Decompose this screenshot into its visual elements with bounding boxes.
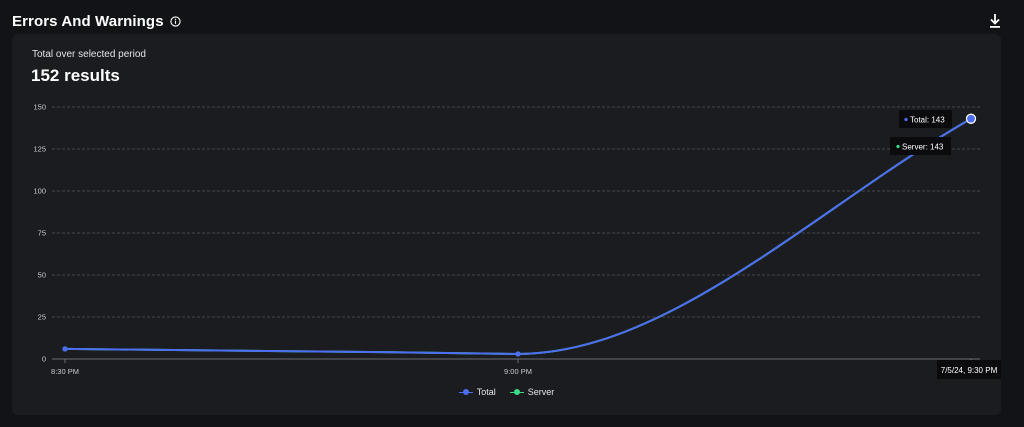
y-tick-label: 75 xyxy=(38,229,46,238)
series-line-total xyxy=(64,117,972,355)
panel-header: Errors And Warnings xyxy=(12,10,1004,32)
chart-card: Total over selected period 152 results 0… xyxy=(12,34,1001,415)
legend-label-total: Total xyxy=(476,387,496,397)
x-tick-label: 8:30 PM xyxy=(51,367,79,376)
chart-legend: Total Server xyxy=(12,387,1001,397)
data-point-total xyxy=(62,346,68,352)
legend-item-server[interactable]: Server xyxy=(509,387,555,397)
y-tick-label: 50 xyxy=(38,271,46,280)
y-axis-ticks: 0 25 50 75 100 125 150 xyxy=(33,103,46,364)
line-chart[interactable]: 0 25 50 75 100 125 150 8:30 PM 9:00 PM Total: 1… xyxy=(12,34,1001,415)
tooltip-total-marker xyxy=(904,117,908,122)
tooltip-server-text: Server: 143 xyxy=(902,143,944,152)
x-axis-ticks: 8:30 PM 9:00 PM xyxy=(51,359,972,376)
gridlines xyxy=(52,106,980,318)
y-tick-label: 100 xyxy=(33,187,46,196)
y-tick-label: 25 xyxy=(38,313,46,322)
legend-marker-server xyxy=(509,389,524,395)
download-icon[interactable] xyxy=(988,13,1002,29)
legend-marker-total xyxy=(458,389,473,395)
series-layer xyxy=(62,113,977,357)
data-point-total xyxy=(965,113,977,124)
info-circle-icon[interactable] xyxy=(170,15,181,27)
legend-item-total[interactable]: Total xyxy=(458,387,496,397)
y-tick-label: 0 xyxy=(42,355,46,364)
tooltip-layer: Total: 143 Server: 143 7/5/24, 9:30 PM xyxy=(890,110,1001,379)
tooltip-total-text: Total: 143 xyxy=(910,116,945,125)
tooltip-server-marker xyxy=(896,144,900,149)
data-point-total xyxy=(515,351,521,357)
y-tick-label: 125 xyxy=(33,145,46,154)
y-tick-label: 150 xyxy=(33,103,46,112)
legend-label-server: Server xyxy=(527,387,555,397)
series-line-server xyxy=(64,117,972,355)
x-tick-label: 9:00 PM xyxy=(504,367,532,376)
panel-title: Errors And Warnings xyxy=(12,12,164,30)
tooltip-x-label: 7/5/24, 9:30 PM xyxy=(941,366,998,375)
